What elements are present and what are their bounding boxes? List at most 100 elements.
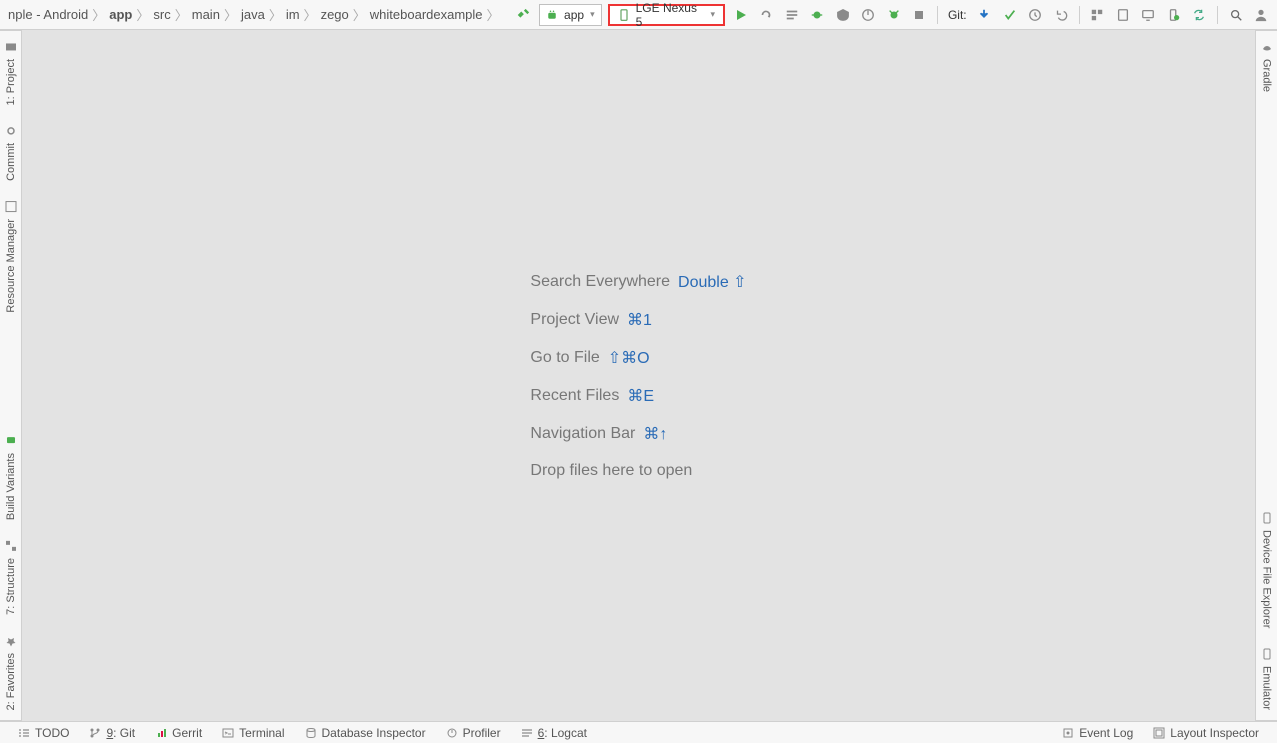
run-config-dropdown[interactable]: app ▾ (539, 4, 602, 26)
device-dropdown[interactable]: LGE Nexus 5 ▾ (608, 4, 725, 26)
gerrit-icon (155, 727, 167, 739)
breadcrumb-main[interactable]: main (190, 7, 222, 22)
chevron-right-icon: 〉 (302, 5, 319, 24)
chevron-right-icon: 〉 (351, 5, 368, 24)
separator (937, 6, 938, 24)
project-structure-icon[interactable] (1088, 5, 1108, 25)
hint-goto-file: Go to File ⇧⌘O (530, 348, 746, 368)
chevron-down-icon: ▾ (590, 9, 595, 20)
android-icon (546, 9, 558, 21)
layout-inspector-icon (1153, 727, 1165, 739)
shortcut: ⌘1 (627, 310, 652, 330)
stop-icon[interactable] (909, 5, 929, 25)
keymap-hints: Search Everywhere Double ⇧ Project View … (530, 272, 746, 480)
breadcrumb-im[interactable]: im (284, 7, 302, 22)
hint-project-view: Project View ⌘1 (530, 310, 746, 330)
attach-debugger-icon[interactable] (884, 5, 904, 25)
avd-manager-icon[interactable] (1113, 5, 1133, 25)
device-manager-icon[interactable] (1164, 5, 1184, 25)
chevron-right-icon: 〉 (90, 5, 107, 24)
editor-empty-area[interactable]: Search Everywhere Double ⇧ Project View … (22, 30, 1255, 721)
run-icon[interactable] (731, 5, 751, 25)
user-icon[interactable] (1252, 5, 1272, 25)
profiler-tool[interactable]: Profiler (436, 726, 511, 740)
git-pull-icon[interactable] (975, 5, 995, 25)
database-icon (305, 727, 317, 739)
bottom-tool-stripe: TODO 9: Git Gerrit Terminal Database Ins… (0, 721, 1277, 743)
git-label: Git: (946, 8, 969, 22)
commit-icon (5, 125, 17, 137)
shortcut: ⇧⌘O (608, 348, 650, 368)
profile-icon[interactable] (858, 5, 878, 25)
shortcut: ⌘↑ (643, 424, 667, 444)
separator (1217, 6, 1218, 24)
sdk-manager-icon[interactable] (1139, 5, 1159, 25)
run-config-label: app (564, 8, 584, 22)
apply-code-changes-icon[interactable] (782, 5, 802, 25)
profiler-icon (446, 727, 458, 739)
logcat-icon (521, 727, 533, 739)
layout-inspector-tool[interactable]: Layout Inspector (1143, 726, 1269, 740)
device-icon (1261, 512, 1273, 524)
chevron-right-icon: 〉 (134, 5, 151, 24)
database-inspector-tool[interactable]: Database Inspector (295, 726, 436, 740)
event-log-tool[interactable]: Event Log (1052, 726, 1143, 740)
structure-icon (5, 540, 17, 552)
hammer-icon[interactable] (514, 5, 534, 25)
hint-drop-files: Drop files here to open (530, 462, 746, 480)
shortcut: Double ⇧ (678, 272, 747, 292)
gerrit-tool[interactable]: Gerrit (145, 726, 212, 740)
debug-icon[interactable] (807, 5, 827, 25)
search-icon[interactable] (1226, 5, 1246, 25)
breadcrumb-src[interactable]: src (151, 7, 172, 22)
terminal-icon (222, 727, 234, 739)
top-toolbar: nple - Android 〉 app 〉 src 〉 main 〉 java… (0, 0, 1277, 30)
chevron-right-icon: 〉 (173, 5, 190, 24)
shortcut: ⌘E (627, 386, 654, 406)
breadcrumb-zego[interactable]: zego (319, 7, 351, 22)
coverage-icon[interactable] (833, 5, 853, 25)
folder-icon (5, 41, 17, 53)
breadcrumb-package[interactable]: whiteboardexample (368, 7, 485, 22)
device-file-explorer-tab[interactable]: Device File Explorer (1261, 502, 1273, 638)
event-log-icon (1062, 727, 1074, 739)
emulator-icon (1261, 648, 1273, 660)
resource-icon (5, 201, 17, 213)
branch-icon (89, 727, 101, 739)
favorites-tab[interactable]: 2: Favorites (5, 625, 17, 720)
commit-tool-tab[interactable]: Commit (5, 115, 17, 191)
structure-tab[interactable]: 7: Structure (5, 530, 17, 625)
build-variants-tab[interactable]: Build Variants (5, 425, 17, 530)
resource-manager-tab[interactable]: Resource Manager (5, 191, 17, 323)
gradle-tab[interactable]: Gradle (1261, 31, 1273, 102)
hint-navigation-bar: Navigation Bar ⌘↑ (530, 424, 746, 444)
breadcrumb-root[interactable]: nple - Android (6, 7, 90, 22)
emulator-tab[interactable]: Emulator (1261, 638, 1273, 720)
device-icon (618, 9, 630, 21)
breadcrumb-java[interactable]: java (239, 7, 267, 22)
logcat-tool[interactable]: 6: Logcat (511, 726, 597, 740)
chevron-down-icon: ▾ (710, 9, 715, 20)
run-toolbar: app ▾ LGE Nexus 5 ▾ Git: (508, 0, 1277, 29)
hint-recent-files: Recent Files ⌘E (530, 386, 746, 406)
terminal-tool[interactable]: Terminal (212, 726, 294, 740)
apply-changes-icon[interactable] (756, 5, 776, 25)
chevron-right-icon: 〉 (222, 5, 239, 24)
chevron-right-icon: 〉 (485, 5, 502, 24)
separator (1079, 6, 1080, 24)
breadcrumb-app[interactable]: app (107, 7, 134, 22)
project-tool-tab[interactable]: 1: Project (5, 31, 17, 115)
hint-search-everywhere: Search Everywhere Double ⇧ (530, 272, 746, 292)
git-tool[interactable]: 9: Git (79, 726, 145, 740)
todo-tool[interactable]: TODO (8, 726, 79, 740)
list-icon (18, 727, 30, 739)
right-tool-stripe: Gradle Device File Explorer Emulator (1255, 30, 1277, 721)
git-rollback-icon[interactable] (1051, 5, 1071, 25)
git-commit-icon[interactable] (1000, 5, 1020, 25)
star-icon (5, 635, 17, 647)
chevron-right-icon: 〉 (267, 5, 284, 24)
device-label: LGE Nexus 5 (636, 1, 705, 29)
sync-gradle-icon[interactable] (1190, 5, 1210, 25)
left-tool-stripe: 1: Project Commit Resource Manager Build… (0, 30, 22, 721)
git-history-icon[interactable] (1026, 5, 1046, 25)
